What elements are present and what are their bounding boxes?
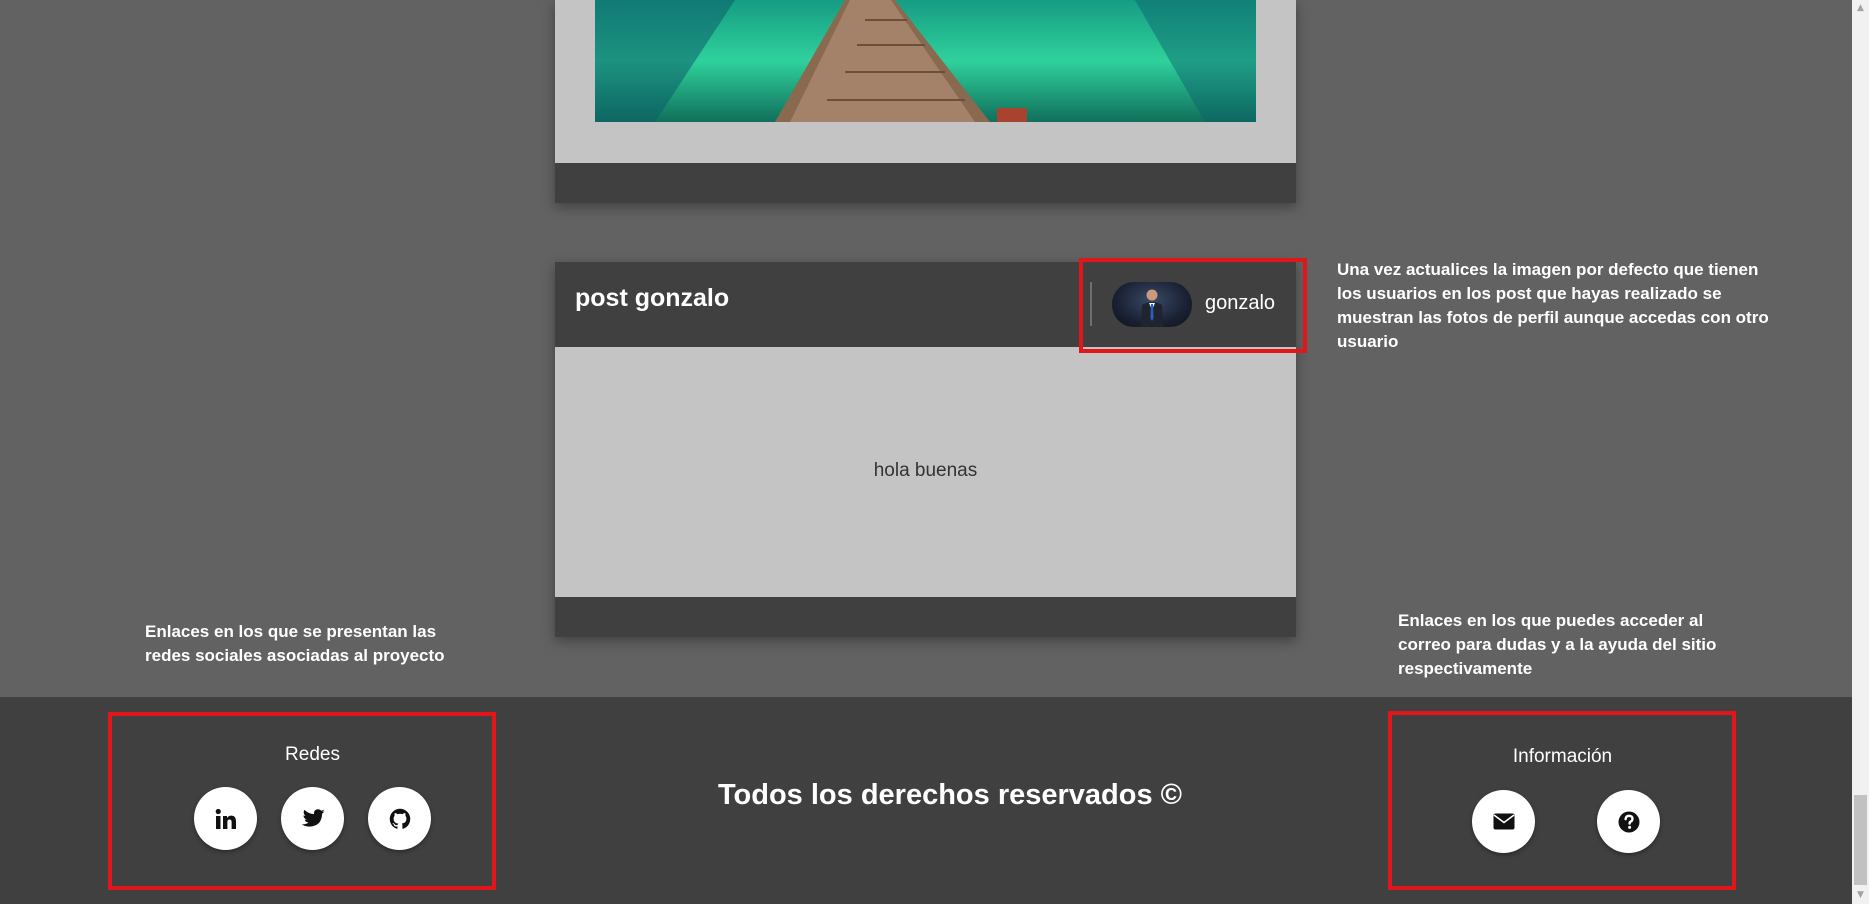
annotation-profile-note: Una vez actualices la imagen por defecto… <box>1337 260 1769 351</box>
annotation-box-info <box>1388 711 1736 890</box>
scrollbar-thumb[interactable] <box>1854 795 1867 885</box>
post-footer-bar <box>555 597 1296 637</box>
post-footer-bar <box>555 163 1296 203</box>
post-content: hola buenas <box>873 460 978 481</box>
annotation-social-note: Enlaces en los que se presentan las rede… <box>145 622 445 665</box>
annotation-box-profile <box>1079 258 1307 353</box>
annotation-box-social <box>108 712 496 890</box>
post-title: post gonzalo <box>575 284 730 312</box>
vertical-scrollbar[interactable]: ▲ ▼ <box>1852 0 1869 904</box>
pier-photo <box>595 0 1256 122</box>
scroll-up-arrow-icon[interactable]: ▲ <box>1852 0 1869 17</box>
scroll-down-arrow-icon[interactable]: ▼ <box>1852 887 1869 904</box>
post-image <box>595 0 1256 122</box>
post-card-previous <box>555 0 1296 203</box>
annotation-info-note: Enlaces en los que puedes acceder al cor… <box>1398 611 1717 678</box>
